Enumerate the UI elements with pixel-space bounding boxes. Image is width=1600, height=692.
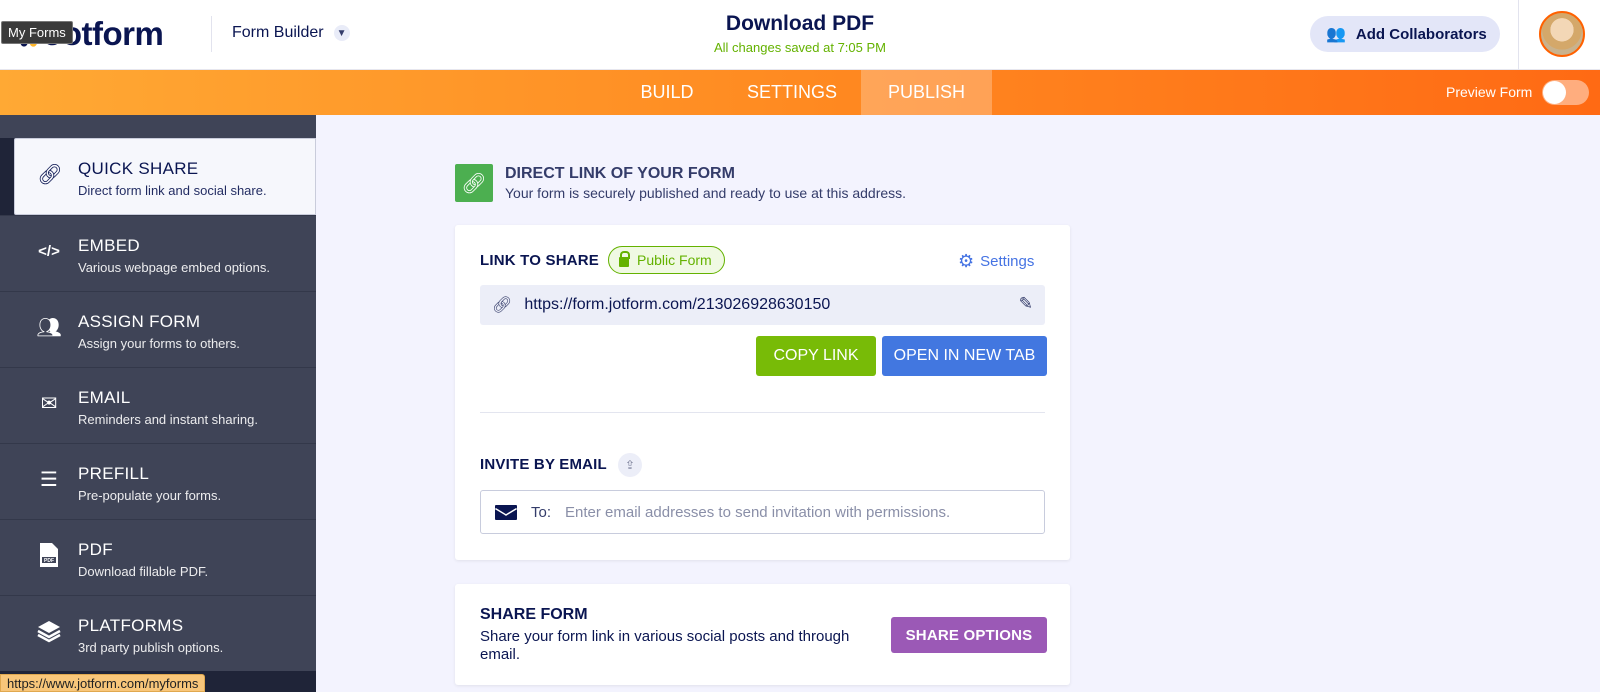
layers-icon [36,618,62,644]
sidebar-item-desc: Various webpage embed options. [78,260,270,275]
code-icon: </> [38,242,60,260]
sidebar-item-desc: Pre-populate your forms. [78,488,222,503]
sidebar-item-assign-form[interactable]: 👥︎ ASSIGN FORM Assign your forms to othe… [0,291,316,367]
sidebar-item-title: EMAIL [78,388,131,407]
invite-email-field[interactable]: To: [480,490,1045,534]
form-url-field[interactable]: 🔗︎ https://form.jotform.com/213026928630… [480,285,1045,325]
pdf-icon: PDF [36,542,62,568]
share-form-card: SHARE FORM Share your form link in vario… [455,584,1070,685]
link-to-share-card: LINK TO SHARE Public Form ⚙ Settings 🔗︎ … [455,225,1070,560]
envelope-icon [495,504,517,520]
sidebar-item-title: PREFILL [78,464,150,483]
status-bar-url: https://www.jotform.com/myforms [0,674,206,692]
email-input[interactable] [565,503,1026,521]
link-icon: 🔗︎ [492,297,513,314]
sidebar-item-embed[interactable]: </> EMBED Various webpage embed options. [0,215,316,291]
sidebar-item-desc: 3rd party publish options. [78,640,224,655]
sidebar-item-desc: Download fillable PDF. [78,564,209,579]
svg-text:PDF: PDF [44,558,54,564]
publish-nav-bar: BUILD SETTINGS PUBLISH Preview Form [0,70,1600,115]
share-options-button[interactable]: SHARE OPTIONS [891,617,1047,653]
sidebar-item-desc: Reminders and instant sharing. [78,412,258,427]
open-in-new-tab-button[interactable]: OPEN IN NEW TAB [882,336,1047,376]
publish-sidebar: 🔗︎ QUICK SHARE Direct form link and soci… [0,115,316,692]
my-forms-tooltip: My Forms [1,21,73,44]
settings-label: Settings [980,253,1035,270]
invite-by-email-label: INVITE BY EMAIL [480,456,607,473]
link-to-share-label: LINK TO SHARE [480,252,599,269]
link-icon: 🔗︎ [37,163,63,186]
public-form-label: Public Form [637,252,712,268]
tab-build[interactable]: BUILD [630,70,704,115]
sidebar-item-email[interactable]: ✉ EMAIL Reminders and instant sharing. [0,367,316,443]
sidebar-item-quick-share[interactable]: 🔗︎ QUICK SHARE Direct form link and soci… [14,138,316,215]
users-icon: 👥 [1326,26,1346,43]
envelope-icon: ✉ [40,392,58,415]
sidebar-item-title: ASSIGN FORM [78,312,201,331]
add-collaborators-button[interactable]: 👥 Add Collaborators [1310,16,1500,52]
upload-icon[interactable]: ⇪ [618,453,642,477]
sidebar-item-desc: Assign your forms to others. [78,336,240,351]
settings-link[interactable]: ⚙ Settings [958,251,1034,272]
prefill-icon: ☰ [40,468,58,491]
toggle-knob [1543,81,1566,104]
sidebar-item-platforms[interactable]: PLATFORMS 3rd party publish options. [0,595,316,671]
form-title-area: Download PDF All changes saved at 7:05 P… [620,12,980,55]
sidebar-item-prefill[interactable]: ☰ PREFILL Pre-populate your forms. [0,443,316,519]
preview-form-label: Preview Form [1446,84,1533,100]
section-divider [480,412,1045,413]
form-builder-label: Form Builder [232,24,324,41]
sidebar-top-strip [0,115,316,138]
tab-settings[interactable]: SETTINGS [740,70,844,115]
header-divider [211,16,212,52]
sidebar-item-title: PDF [78,540,113,559]
preview-form-toggle[interactable] [1542,80,1589,105]
direct-link-subtitle: Your form is securely published and read… [505,185,907,201]
header-divider-right [1518,0,1519,70]
sidebar-item-title: QUICK SHARE [78,159,199,178]
direct-link-title: DIRECT LINK OF YOUR FORM [505,165,735,182]
tab-publish[interactable]: PUBLISH [861,70,992,115]
save-status: All changes saved at 7:05 PM [714,40,886,55]
form-url: https://form.jotform.com/213026928630150 [524,296,831,313]
sidebar-item-title: EMBED [78,236,140,255]
page-title[interactable]: Download PDF [620,12,980,36]
sidebar-item-title: PLATFORMS [78,616,184,635]
lock-icon [619,251,630,267]
top-header: Jotform My Forms Form Builder ▼ Download… [0,0,1600,70]
to-label: To: [531,503,552,521]
share-form-title: SHARE FORM [480,606,588,623]
public-form-badge[interactable]: Public Form [608,246,725,274]
form-builder-dropdown[interactable]: Form Builder ▼ [232,24,350,42]
avatar[interactable] [1539,11,1585,57]
gear-icon: ⚙ [958,251,975,271]
sidebar-item-pdf[interactable]: PDF PDF Download fillable PDF. [0,519,316,595]
sidebar-item-desc: Direct form link and social share. [78,183,267,198]
users-icon: 👥︎ [36,316,62,339]
link-icon: 🔗︎ [455,164,493,202]
chevron-down-icon: ▼ [333,25,350,41]
share-form-desc: Share your form link in various social p… [480,628,850,663]
add-collaborators-label: Add Collaborators [1355,25,1487,43]
edit-url-icon[interactable]: ✎ [1019,294,1033,314]
copy-link-button[interactable]: COPY LINK [756,336,876,376]
